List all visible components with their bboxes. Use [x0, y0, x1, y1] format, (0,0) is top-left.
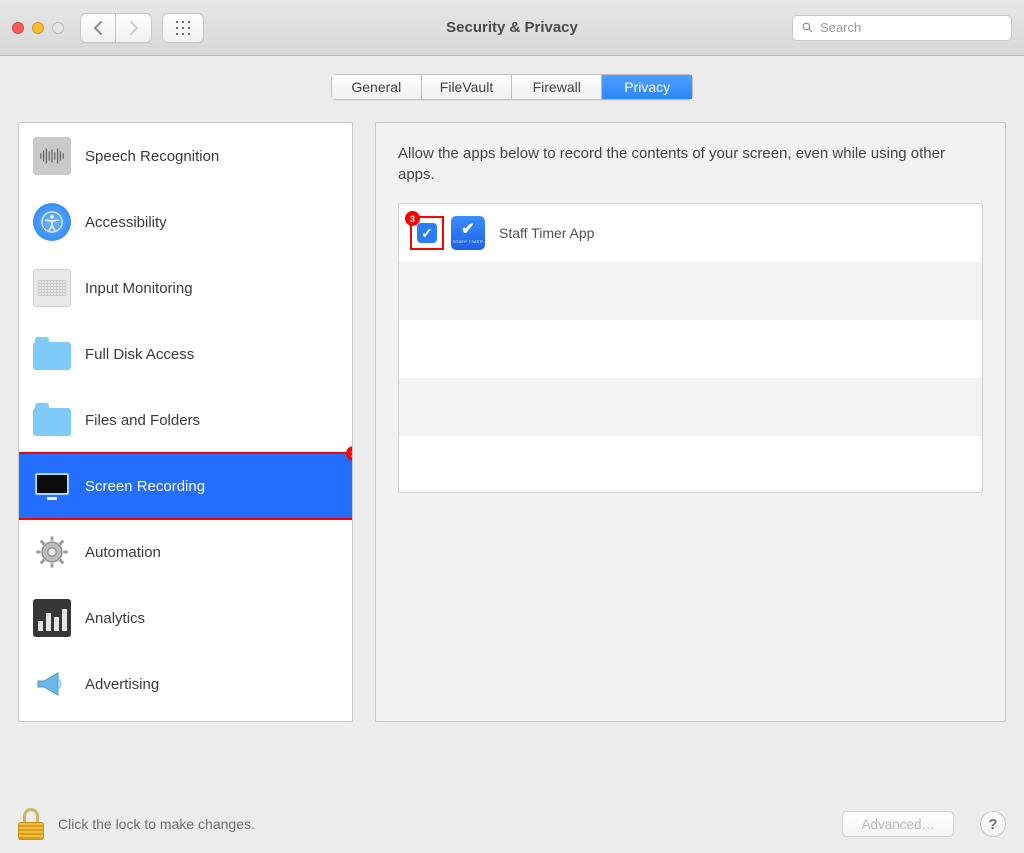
show-all-prefs-button[interactable] — [162, 13, 204, 43]
advanced-button[interactable]: Advanced… — [842, 811, 954, 837]
detail-panel: Allow the apps below to record the conte… — [375, 122, 1006, 722]
toolbar: Security & Privacy Search — [0, 0, 1024, 56]
annotation-3-badge: 3 — [405, 211, 420, 226]
segmented-control: General FileVault Firewall Privacy — [331, 74, 693, 100]
app-checkbox[interactable]: ✓ — [417, 223, 437, 243]
sidebar-item-label: Speech Recognition — [85, 148, 219, 165]
search-field[interactable]: Search — [792, 15, 1012, 41]
lock-icon[interactable] — [18, 808, 44, 840]
minimize-window-button[interactable] — [32, 22, 44, 34]
monitor-icon — [33, 467, 71, 505]
sidebar-item-files-and-folders[interactable]: Files and Folders — [19, 387, 352, 453]
back-button[interactable] — [80, 13, 116, 43]
close-window-button[interactable] — [12, 22, 24, 34]
sidebar-item-label: Files and Folders — [85, 412, 200, 429]
folder-icon — [33, 401, 71, 439]
sidebar-item-analytics[interactable]: Analytics — [19, 585, 352, 651]
app-row-empty — [399, 378, 982, 436]
sidebar-item-accessibility[interactable]: Accessibility — [19, 189, 352, 255]
app-list: ✓ 3 ✔STAFF TIMER Staff Timer App — [398, 203, 983, 493]
sidebar-item-full-disk-access[interactable]: Full Disk Access — [19, 321, 352, 387]
app-row-empty — [399, 436, 982, 493]
help-button[interactable]: ? — [980, 811, 1006, 837]
sidebar-item-screen-recording[interactable]: Screen Recording 2 — [19, 453, 352, 519]
sidebar-item-label: Advertising — [85, 676, 159, 693]
folder-icon — [33, 335, 71, 373]
sidebar-item-label: Screen Recording — [85, 478, 205, 495]
sidebar-item-label: Automation — [85, 544, 161, 561]
megaphone-icon — [33, 665, 71, 703]
search-placeholder: Search — [820, 20, 861, 35]
sidebar-item-label: Input Monitoring — [85, 280, 193, 297]
app-row-empty — [399, 320, 982, 378]
forward-button[interactable] — [116, 13, 152, 43]
grid-icon — [174, 19, 192, 37]
detail-description: Allow the apps below to record the conte… — [398, 143, 983, 185]
nav-buttons — [80, 13, 152, 43]
lock-hint-text: Click the lock to make changes. — [58, 816, 255, 832]
window-controls — [12, 22, 64, 34]
keyboard-icon — [33, 269, 71, 307]
sidebar-item-speech-recognition[interactable]: Speech Recognition — [19, 123, 352, 189]
bar-chart-icon — [33, 599, 71, 637]
app-row-staff-timer[interactable]: ✓ 3 ✔STAFF TIMER Staff Timer App — [399, 204, 982, 262]
tab-privacy[interactable]: Privacy — [602, 75, 692, 99]
footer: Click the lock to make changes. Advanced… — [0, 795, 1024, 853]
sidebar-item-automation[interactable]: Automation — [19, 519, 352, 585]
sidebar-item-label: Accessibility — [85, 214, 167, 231]
tab-firewall[interactable]: Firewall — [512, 75, 602, 99]
sidebar-item-advertising[interactable]: Advertising — [19, 651, 352, 717]
sidebar-item-label: Analytics — [85, 610, 145, 627]
search-icon — [801, 21, 814, 34]
sidebar: Speech Recognition Accessibility Input M… — [18, 122, 353, 722]
gear-icon — [33, 533, 71, 571]
speech-waveform-icon — [33, 137, 71, 175]
app-row-empty — [399, 262, 982, 320]
maximize-window-button[interactable] — [52, 22, 64, 34]
tab-general[interactable]: General — [332, 75, 422, 99]
accessibility-icon — [33, 203, 71, 241]
app-icon: ✔STAFF TIMER — [451, 216, 485, 250]
content: General FileVault Firewall Privacy Speec… — [0, 56, 1024, 734]
tab-bar: General FileVault Firewall Privacy — [18, 74, 1006, 100]
app-name: Staff Timer App — [499, 225, 594, 241]
annotation-2-badge: 2 — [346, 446, 353, 461]
tab-filevault[interactable]: FileVault — [422, 75, 512, 99]
sidebar-item-input-monitoring[interactable]: Input Monitoring — [19, 255, 352, 321]
sidebar-item-label: Full Disk Access — [85, 346, 194, 363]
